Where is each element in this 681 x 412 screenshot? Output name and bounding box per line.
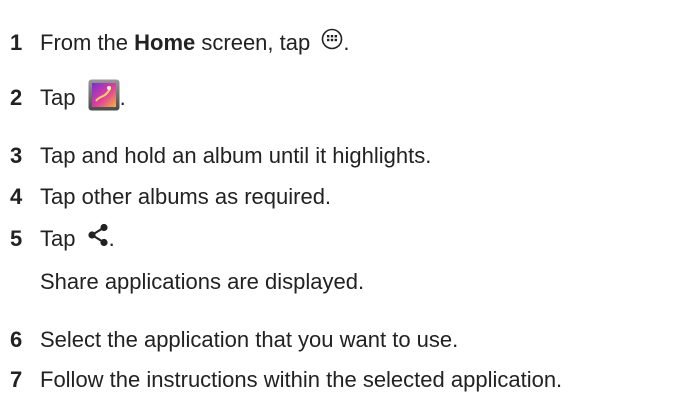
step-text: Tap . [40, 79, 126, 111]
step-text: Tap other albums as required. [40, 184, 332, 209]
step-text: Follow the instructions within the selec… [40, 367, 563, 392]
step-number: 2 [10, 85, 23, 110]
apps-grid-icon [322, 28, 343, 50]
step-1: 1 From the Home screen, tap . [10, 26, 681, 60]
home-label: Home [134, 30, 196, 55]
step-5: 5 Tap . [10, 222, 681, 256]
step-text: Select the application that you want to … [40, 327, 459, 352]
step-number: 1 [10, 30, 23, 55]
step-number: 6 [10, 327, 23, 352]
share-icon [87, 223, 108, 247]
step-number: 5 [10, 226, 23, 251]
step-6: 6 Select the application that you want t… [10, 323, 681, 357]
step-number: 7 [10, 367, 23, 392]
step-7: 7 Follow the instructions within the sel… [10, 363, 681, 397]
step-text: From the Home screen, tap . [40, 28, 350, 55]
step-5-note: Share applications are displayed. [40, 269, 365, 294]
step-text: Tap . [40, 223, 115, 252]
step-number: 3 [10, 143, 23, 168]
step-text: Tap and hold an album until it highlight… [40, 143, 432, 168]
step-2: 2 Tap . [10, 79, 681, 115]
gallery-app-icon [88, 79, 120, 111]
step-number: 4 [10, 184, 23, 209]
step-4: 4 Tap other albums as required. [10, 180, 681, 214]
step-3: 3 Tap and hold an album until it highlig… [10, 139, 681, 173]
